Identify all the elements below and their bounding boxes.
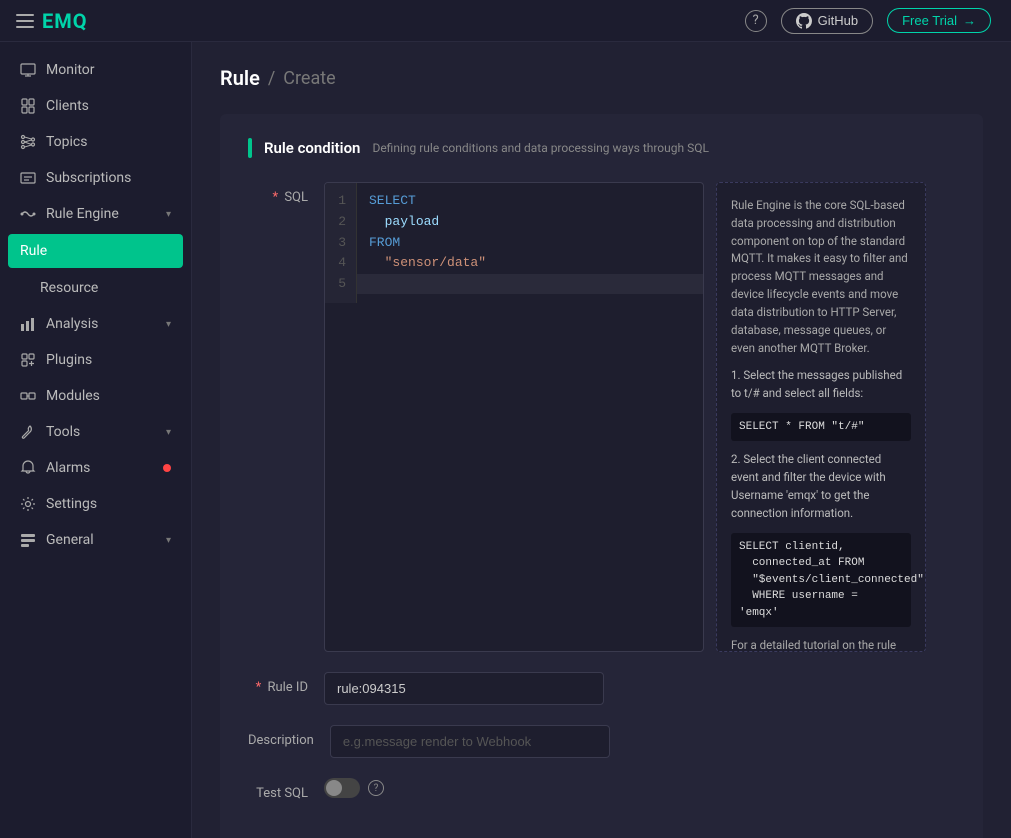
sidebar-label-tools: Tools [46,424,156,440]
sidebar-item-general[interactable]: General ▾ [0,522,191,558]
test-sql-help-icon[interactable]: ? [368,780,384,796]
help-icon[interactable]: ? [745,10,767,32]
alarm-badge [163,464,171,472]
section-header: Rule condition Defining rule conditions … [248,138,955,158]
rule-condition-card: Rule condition Defining rule conditions … [220,114,983,838]
toggle-knob [326,780,342,796]
sidebar-item-modules[interactable]: Modules [0,378,191,414]
sidebar-label-subscriptions: Subscriptions [46,170,171,186]
rule-id-row: * Rule ID [248,672,955,705]
sidebar-label-plugins: Plugins [46,352,171,368]
analysis-chevron: ▾ [166,319,171,330]
sidebar-item-analysis[interactable]: Analysis ▾ [0,306,191,342]
clients-icon [20,98,36,114]
sidebar-label-analysis: Analysis [46,316,156,332]
breadcrumb-sub: Create [283,68,335,89]
sidebar-item-rule-engine[interactable]: Rule Engine ▾ [0,196,191,232]
required-star: * [272,190,278,205]
sidebar-item-plugins[interactable]: Plugins [0,342,191,378]
sql-editor[interactable]: 1 2 3 4 5 SELECT payload FROM "sensor/ [324,182,704,652]
help-footer: For a detailed tutorial on the rule engi… [731,637,911,652]
general-icon [20,532,36,548]
description-input[interactable] [330,725,610,758]
sidebar-item-tools[interactable]: Tools ▾ [0,414,191,450]
description-row: Description [248,725,955,758]
breadcrumb-separator: / [268,68,275,89]
sidebar-item-alarms[interactable]: Alarms [0,450,191,486]
topbar-left: EMQ [0,9,88,33]
sidebar-label-clients: Clients [46,98,171,114]
line-numbers: 1 2 3 4 5 [325,183,357,303]
hamburger-menu[interactable] [16,14,34,28]
logo: EMQ [42,9,88,33]
sidebar-item-resource[interactable]: Resource [0,270,191,306]
section-subtitle: Defining rule conditions and data proces… [372,141,709,155]
sidebar: Monitor Clients Topics Su [0,0,192,838]
modules-icon [20,388,36,404]
code-content[interactable]: SELECT payload FROM "sensor/data" [357,183,703,303]
rule-id-input[interactable] [324,672,604,705]
sidebar-item-topics[interactable]: Topics [0,124,191,160]
github-button[interactable]: GitHub [781,8,873,34]
main-content: Rule / Create Rule condition Defining ru… [192,0,1011,838]
help-example1-label: 1. Select the messages published to t/# … [731,367,911,403]
help-panel: Rule Engine is the core SQL-based data p… [716,182,926,652]
sidebar-label-general: General [46,532,156,548]
rule-id-label: * Rule ID [248,672,308,695]
help-example1-code: SELECT * FROM "t/#" [731,413,911,442]
sidebar-label-modules: Modules [46,388,171,404]
arrow-icon: → [963,13,976,28]
sidebar-item-clients[interactable]: Clients [0,88,191,124]
test-sql-label: Test SQL [248,778,308,801]
sidebar-label-rule: Rule [20,243,171,259]
sidebar-label-alarms: Alarms [46,460,153,476]
topbar-right: ? GitHub Free Trial → [745,8,991,34]
monitor-icon [20,62,36,78]
help-example2-code: SELECT clientid, connected_at FROM "$eve… [731,533,911,628]
rule-id-required-star: * [256,680,262,695]
subscriptions-icon [20,170,36,186]
sidebar-item-subscriptions[interactable]: Subscriptions [0,160,191,196]
sidebar-item-monitor[interactable]: Monitor [0,52,191,88]
tools-chevron: ▾ [166,427,171,438]
rule-engine-chevron: ▾ [166,209,171,220]
sidebar-item-settings[interactable]: Settings [0,486,191,522]
breadcrumb: Rule / Create [220,66,983,90]
sql-label: * SQL [248,182,308,205]
sql-editor-wrapper: 1 2 3 4 5 SELECT payload FROM "sensor/ [324,182,955,652]
free-trial-label: Free Trial [902,13,957,28]
help-intro: Rule Engine is the core SQL-based data p… [731,197,911,357]
plugins-icon [20,352,36,368]
sidebar-label-topics: Topics [46,134,171,150]
topbar: EMQ ? GitHub Free Trial → [0,0,1011,42]
sidebar-label-monitor: Monitor [46,62,171,78]
sidebar-label-settings: Settings [46,496,171,512]
toggle-wrapper: ? [324,778,384,798]
topics-icon [20,134,36,150]
free-trial-button[interactable]: Free Trial → [887,8,991,33]
general-chevron: ▾ [166,535,171,546]
test-sql-toggle[interactable] [324,778,360,798]
tools-icon [20,424,36,440]
github-label: GitHub [818,13,858,28]
description-label: Description [248,725,314,748]
test-sql-row: Test SQL ? [248,778,955,801]
alarms-icon [20,460,36,476]
sidebar-label-resource: Resource [40,280,171,296]
sql-form-row: * SQL 1 2 3 4 5 [248,182,955,652]
breadcrumb-current: Rule [220,66,260,90]
sidebar-label-rule-engine: Rule Engine [46,206,156,222]
sidebar-item-rule[interactable]: Rule [8,234,183,268]
github-icon [796,13,812,29]
analysis-icon [20,316,36,332]
section-bar [248,138,252,158]
help-example2-label: 2. Select the client connected event and… [731,451,911,522]
section-title: Rule condition [264,139,360,157]
rule-engine-icon [20,206,36,222]
settings-icon [20,496,36,512]
